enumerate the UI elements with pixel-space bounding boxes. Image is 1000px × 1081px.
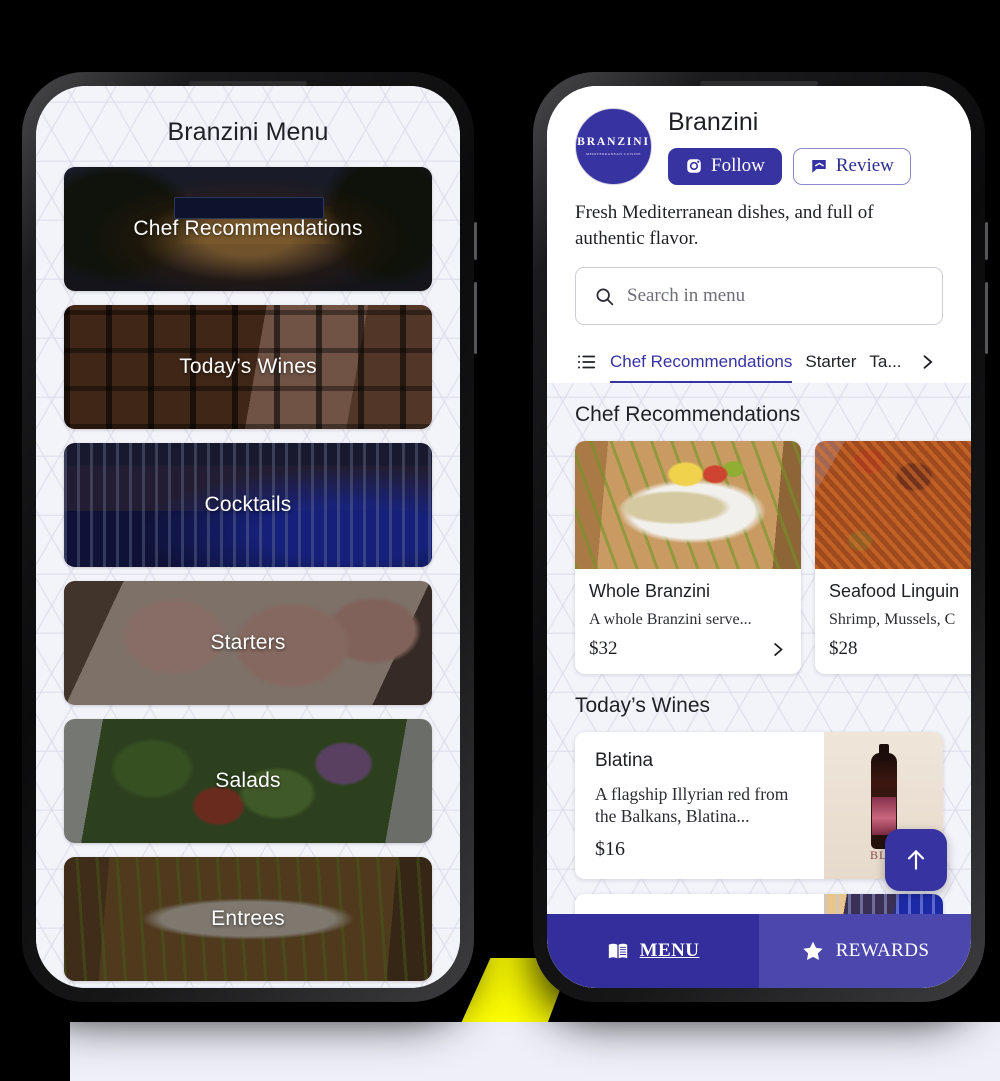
arrow-up-icon [903,847,929,873]
bottle-cap [878,743,889,762]
tab-chef-recommendations[interactable]: Chef Recommendations [610,341,792,384]
logo-wordmark: BRANZINI [577,136,650,149]
restaurant-logo: BRANZINI MEDITERRANEAN CUISINE [575,108,652,185]
menu-content: Chef Recommendations Whole Branzini A wh… [547,383,971,988]
menu-categories-screen: Branzini Menu Chef Recommendations Today… [36,86,460,988]
tab-truncated[interactable]: Ta... [869,341,901,384]
screenshot-stage: Branzini Menu Chef Recommendations Today… [0,0,1000,1081]
section-title-chef-recommendations: Chef Recommendations [575,403,801,426]
category-label: Chef Recommendations [133,217,363,240]
category-label: Salads [215,769,281,792]
bottom-nav-rewards[interactable]: REWARDS [759,914,971,988]
category-card-starters[interactable]: Starters [64,581,432,705]
search-placeholder: Search in menu [627,285,746,307]
menu-item-price: $32 [589,638,618,659]
category-card-entrees[interactable]: Entrees [64,857,432,981]
bottom-nav-menu-label: MENU [639,940,700,961]
follow-button[interactable]: Follow [668,147,782,185]
speech-bubble-icon [810,157,828,175]
menu-item-details: Whole Branzini A whole Branzini serve...… [575,569,801,674]
menu-item-image [575,441,801,569]
search-icon [594,286,615,307]
menu-item-name: Blatina [595,750,654,771]
chevron-right-icon[interactable] [917,352,937,372]
earpiece-speaker [189,81,307,86]
menu-item-footer: $32 [589,638,787,660]
phone-volume-button [474,282,477,354]
phone-side-button [985,222,988,260]
food-card-row: Whole Branzini A whole Branzini serve...… [547,441,971,674]
page-title: Branzini Menu [167,118,329,146]
bottom-nav-menu[interactable]: MENU [547,914,759,988]
menu-item-price: $28 [829,638,858,659]
category-label: Today’s Wines [179,355,317,378]
search-input[interactable]: Search in menu [575,267,943,326]
camera-icon [685,157,703,175]
review-button-label: Review [835,155,894,177]
star-icon [801,939,825,963]
restaurant-header: BRANZINI MEDITERRANEAN CUISINE Branzini [547,86,971,326]
menu-item-name: Whole Branzini [589,581,711,601]
menu-item-description: Shrimp, Mussels, C [829,611,956,628]
phone-left: Branzini Menu Chef Recommendations Today… [22,72,477,1002]
logo-subtitle: MEDITERRANEAN CUISINE [586,151,641,156]
tab-starter[interactable]: Starter [805,341,856,384]
phone-right: BRANZINI MEDITERRANEAN CUISINE Branzini [533,72,988,1002]
background-plate [70,1022,1000,1081]
scroll-to-top-button[interactable] [885,829,947,891]
menu-item-description: A flagship Illyrian red from the Balkans… [595,784,789,827]
chevron-right-icon[interactable] [768,640,787,659]
list-view-icon[interactable] [575,351,597,373]
phone-right-screen: BRANZINI MEDITERRANEAN CUISINE Branzini [547,86,971,988]
category-card-todays-wines[interactable]: Today’s Wines [64,305,432,429]
menu-item-name: Seafood Linguin [829,581,960,601]
menu-item-card[interactable]: Seafood Linguin Shrimp, Mussels, C $28 [815,441,971,674]
category-label: Entrees [211,907,285,930]
menu-tabs: Chef Recommendations Starter Ta... [547,341,971,385]
menu-item-details: Blatina A flagship Illyrian red from the… [575,732,824,879]
follow-button-label: Follow [711,155,765,177]
restaurant-name: Branzini [668,108,759,136]
book-icon [607,940,629,962]
restaurant-info: Branzini Follow Review [668,108,943,185]
category-label: Starters [210,631,286,654]
menu-item-price: $16 [595,837,625,860]
phone-left-screen: Branzini Menu Chef Recommendations Today… [36,86,460,988]
restaurant-actions: Follow Review [668,147,943,185]
menu-item-details: Seafood Linguin Shrimp, Mussels, C $28 [815,569,971,674]
category-card-chef-recommendations[interactable]: Chef Recommendations [64,167,432,291]
section-title-todays-wines: Today’s Wines [575,694,711,717]
review-button[interactable]: Review [792,147,911,185]
restaurant-header-top: BRANZINI MEDITERRANEAN CUISINE Branzini [575,108,943,185]
menu-item-description: A whole Branzini serve... [589,611,752,628]
category-label: Cocktails [204,493,292,516]
bottom-navigation: MENU REWARDS [547,914,971,988]
bottom-nav-rewards-label: REWARDS [835,940,930,961]
restaurant-detail-screen: BRANZINI MEDITERRANEAN CUISINE Branzini [547,86,971,988]
menu-item-card[interactable]: Whole Branzini A whole Branzini serve...… [575,441,801,674]
phone-volume-button [985,282,988,354]
earpiece-speaker [700,81,818,86]
menu-item-footer: $28 [829,638,971,660]
phone-side-button [474,222,477,260]
menu-item-image [815,441,971,569]
category-card-salads[interactable]: Salads [64,719,432,843]
category-card-cocktails[interactable]: Cocktails [64,443,432,567]
restaurant-tagline: Fresh Mediterranean dishes, and full of … [575,202,874,249]
